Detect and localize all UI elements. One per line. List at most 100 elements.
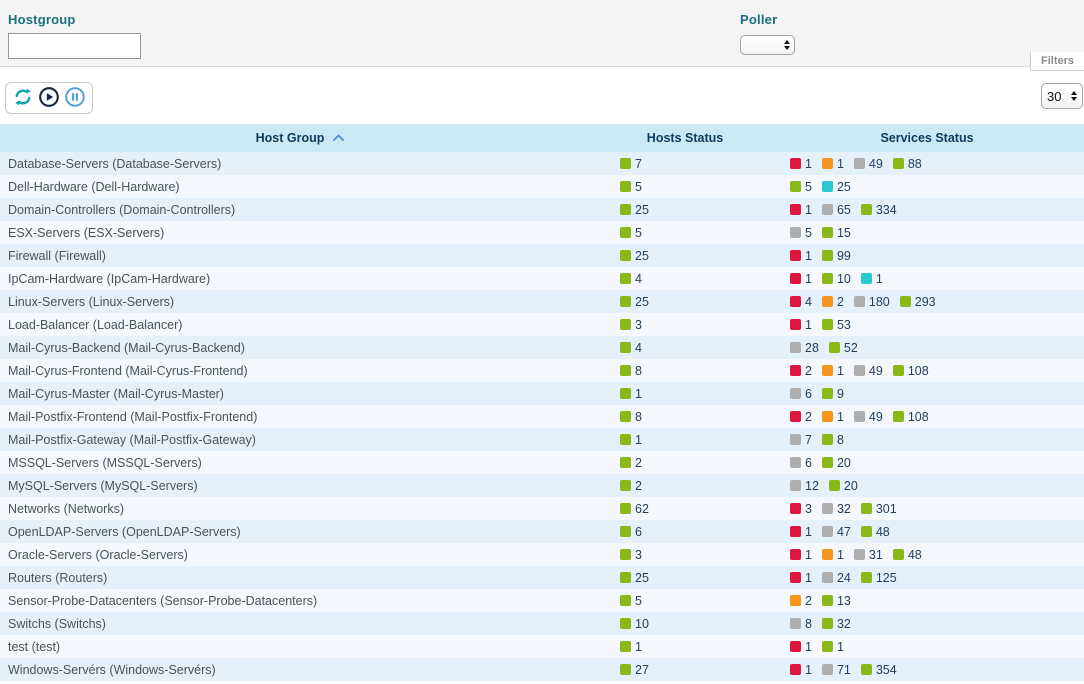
hostgroup-name[interactable]: Networks (Networks) <box>0 502 600 516</box>
status-green[interactable]: 9 <box>822 387 844 401</box>
status-gray[interactable]: 47 <box>822 525 851 539</box>
status-green[interactable]: 13 <box>822 594 851 608</box>
status-green[interactable]: 5 <box>620 594 642 608</box>
status-red[interactable]: 1 <box>790 249 812 263</box>
status-gray[interactable]: 28 <box>790 341 819 355</box>
status-gray[interactable]: 12 <box>790 479 819 493</box>
status-red[interactable]: 1 <box>790 157 812 171</box>
status-green[interactable]: 25 <box>620 571 649 585</box>
poller-select[interactable] <box>740 35 795 55</box>
status-gray[interactable]: 65 <box>822 203 851 217</box>
hostgroup-name[interactable]: Mail-Postfix-Gateway (Mail-Postfix-Gatew… <box>0 433 600 447</box>
status-green[interactable]: 5 <box>620 180 642 194</box>
status-red[interactable]: 1 <box>790 663 812 677</box>
status-green[interactable]: 7 <box>620 157 642 171</box>
hostgroup-name[interactable]: Mail-Postfix-Frontend (Mail-Postfix-Fron… <box>0 410 600 424</box>
hostgroup-name[interactable]: Mail-Cyrus-Frontend (Mail-Cyrus-Frontend… <box>0 364 600 378</box>
status-red[interactable]: 1 <box>790 525 812 539</box>
status-green[interactable]: 1 <box>822 640 844 654</box>
status-green[interactable]: 20 <box>822 456 851 470</box>
play-button[interactable] <box>37 86 61 110</box>
column-header-services-status[interactable]: Services Status <box>770 131 1084 145</box>
hostgroup-name[interactable]: Sensor-Probe-Datacenters (Sensor-Probe-D… <box>0 594 600 608</box>
hostgroup-name[interactable]: Mail-Cyrus-Master (Mail-Cyrus-Master) <box>0 387 600 401</box>
hostgroup-name[interactable]: Switchs (Switchs) <box>0 617 600 631</box>
status-gray[interactable]: 32 <box>822 502 851 516</box>
status-orange[interactable]: 1 <box>822 364 844 378</box>
status-green[interactable]: 20 <box>829 479 858 493</box>
status-green[interactable]: 5 <box>620 226 642 240</box>
status-gray[interactable]: 49 <box>854 410 883 424</box>
status-green[interactable]: 3 <box>620 318 642 332</box>
status-green[interactable]: 354 <box>861 663 897 677</box>
status-red[interactable]: 1 <box>790 548 812 562</box>
status-green[interactable]: 6 <box>620 525 642 539</box>
hostgroup-name[interactable]: Linux-Servers (Linux-Servers) <box>0 295 600 309</box>
status-green[interactable]: 25 <box>620 295 649 309</box>
hostgroup-input[interactable] <box>8 33 141 59</box>
status-green[interactable]: 52 <box>829 341 858 355</box>
hostgroup-name[interactable]: OpenLDAP-Servers (OpenLDAP-Servers) <box>0 525 600 539</box>
hostgroup-name[interactable]: test (test) <box>0 640 600 654</box>
status-green[interactable]: 8 <box>620 364 642 378</box>
status-gray[interactable]: 180 <box>854 295 890 309</box>
status-green[interactable]: 10 <box>620 617 649 631</box>
page-size-select[interactable]: 30 <box>1041 83 1083 109</box>
hostgroup-name[interactable]: Firewall (Firewall) <box>0 249 600 263</box>
status-orange[interactable]: 2 <box>790 594 812 608</box>
status-green[interactable]: 48 <box>861 525 890 539</box>
status-orange[interactable]: 1 <box>822 548 844 562</box>
status-green[interactable]: 4 <box>620 272 642 286</box>
status-red[interactable]: 1 <box>790 318 812 332</box>
hostgroup-name[interactable]: Mail-Cyrus-Backend (Mail-Cyrus-Backend) <box>0 341 600 355</box>
status-green[interactable]: 108 <box>893 410 929 424</box>
status-green[interactable]: 334 <box>861 203 897 217</box>
status-green[interactable]: 293 <box>900 295 936 309</box>
hostgroup-name[interactable]: Routers (Routers) <box>0 571 600 585</box>
column-header-host-group[interactable]: Host Group <box>0 131 600 145</box>
status-green[interactable]: 1 <box>620 387 642 401</box>
hostgroup-name[interactable]: Domain-Controllers (Domain-Controllers) <box>0 203 600 217</box>
status-orange[interactable]: 1 <box>822 410 844 424</box>
status-red[interactable]: 4 <box>790 295 812 309</box>
status-green[interactable]: 2 <box>620 479 642 493</box>
status-red[interactable]: 1 <box>790 571 812 585</box>
status-green[interactable]: 15 <box>822 226 851 240</box>
status-gray[interactable]: 71 <box>822 663 851 677</box>
status-gray[interactable]: 5 <box>790 226 812 240</box>
refresh-button[interactable] <box>11 86 35 110</box>
column-header-hosts-status[interactable]: Hosts Status <box>600 131 770 145</box>
status-red[interactable]: 2 <box>790 364 812 378</box>
status-green[interactable]: 32 <box>822 617 851 631</box>
hostgroup-name[interactable]: Load-Balancer (Load-Balancer) <box>0 318 600 332</box>
status-green[interactable]: 4 <box>620 341 642 355</box>
status-green[interactable]: 48 <box>893 548 922 562</box>
status-red[interactable]: 1 <box>790 203 812 217</box>
status-gray[interactable]: 49 <box>854 157 883 171</box>
status-red[interactable]: 3 <box>790 502 812 516</box>
status-green[interactable]: 8 <box>822 433 844 447</box>
hostgroup-name[interactable]: Oracle-Servers (Oracle-Servers) <box>0 548 600 562</box>
status-green[interactable]: 301 <box>861 502 897 516</box>
status-gray[interactable]: 31 <box>854 548 883 562</box>
hostgroup-name[interactable]: Dell-Hardware (Dell-Hardware) <box>0 180 600 194</box>
status-green[interactable]: 1 <box>620 640 642 654</box>
status-gray[interactable]: 6 <box>790 387 812 401</box>
status-green[interactable]: 88 <box>893 157 922 171</box>
hostgroup-name[interactable]: IpCam-Hardware (IpCam-Hardware) <box>0 272 600 286</box>
filters-tab[interactable]: Filters <box>1030 52 1084 71</box>
status-gray[interactable]: 49 <box>854 364 883 378</box>
status-green[interactable]: 8 <box>620 410 642 424</box>
status-green[interactable]: 3 <box>620 548 642 562</box>
hostgroup-name[interactable]: MySQL-Servers (MySQL-Servers) <box>0 479 600 493</box>
status-red[interactable]: 1 <box>790 640 812 654</box>
hostgroup-name[interactable]: Windows-Servérs (Windows-Servérs) <box>0 663 600 677</box>
status-green[interactable]: 25 <box>620 203 649 217</box>
status-green[interactable]: 125 <box>861 571 897 585</box>
status-green[interactable]: 1 <box>620 433 642 447</box>
status-green[interactable]: 25 <box>620 249 649 263</box>
status-green[interactable]: 62 <box>620 502 649 516</box>
hostgroup-name[interactable]: MSSQL-Servers (MSSQL-Servers) <box>0 456 600 470</box>
status-green[interactable]: 99 <box>822 249 851 263</box>
status-gray[interactable]: 7 <box>790 433 812 447</box>
